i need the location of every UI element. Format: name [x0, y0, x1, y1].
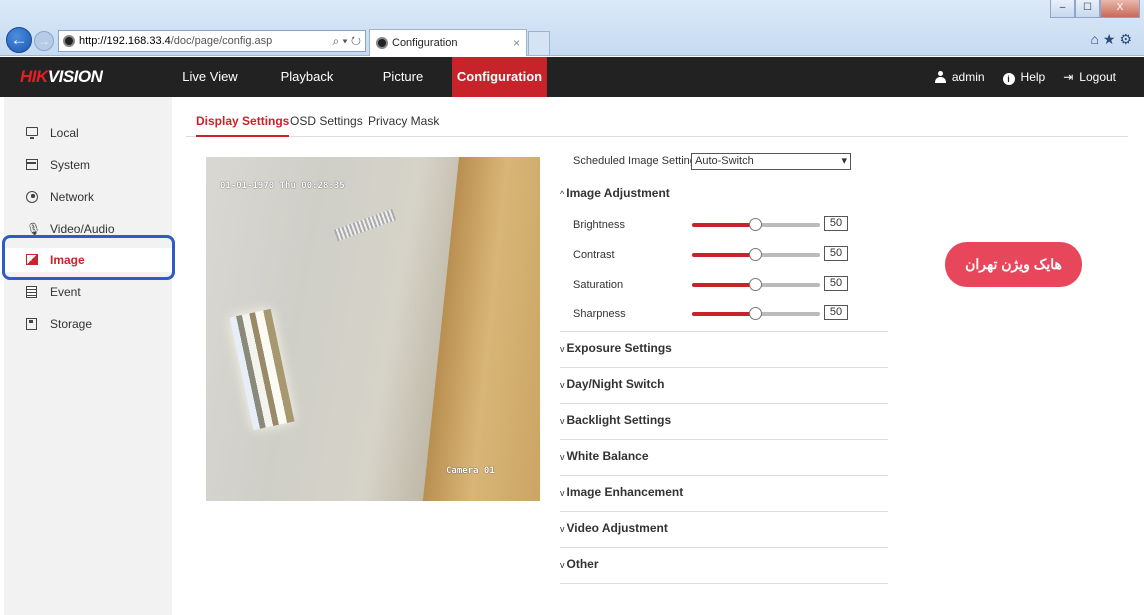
contrast-value-input[interactable]: 50	[824, 246, 848, 261]
site-icon	[376, 37, 388, 49]
settings-tabs: Display Settings OSD Settings Privacy Ma…	[186, 112, 1128, 137]
slider-handle[interactable]	[749, 218, 762, 231]
forward-button[interactable]: →	[34, 31, 54, 51]
osd-camera-name: Camera 01	[446, 466, 495, 476]
document-list-icon	[26, 286, 39, 298]
contrast-label: Contrast	[573, 249, 615, 261]
divider	[560, 547, 888, 548]
divider	[560, 439, 888, 440]
slider-handle[interactable]	[749, 307, 762, 320]
app-header: HIKVISION Live View Playback Picture Con…	[0, 57, 1144, 97]
help-link[interactable]: i Help	[1002, 57, 1045, 97]
microphone-icon: 🎙	[26, 222, 42, 236]
scheduled-image-settings-select[interactable]: Auto-Switch ▾	[691, 153, 851, 170]
divider	[560, 331, 888, 332]
address-tools-icons[interactable]: ⌕ ▾ ↻	[332, 31, 361, 51]
saturation-value-input[interactable]: 50	[824, 276, 848, 291]
help-icon: i	[1002, 73, 1015, 85]
sidebar-item-storage[interactable]: Storage	[4, 312, 172, 336]
divider	[560, 475, 888, 476]
sidebar: Local System Network 🎙 Video/Audio Image…	[4, 97, 172, 615]
contrast-slider[interactable]	[692, 248, 820, 261]
address-url[interactable]: http://192.168.33.4/doc/page/config.asp	[79, 31, 272, 51]
maximize-button[interactable]: ☐	[1075, 0, 1100, 18]
sharpness-value-input[interactable]: 50	[824, 305, 848, 320]
floppy-icon	[26, 318, 39, 330]
sidebar-item-event[interactable]: Event	[4, 280, 172, 304]
section-other[interactable]: v Other	[560, 557, 599, 571]
brightness-slider[interactable]	[692, 218, 820, 231]
site-icon	[63, 35, 75, 47]
tab-osd-settings[interactable]: OSD Settings	[290, 112, 363, 137]
back-button[interactable]: ←	[6, 27, 32, 53]
scheduled-image-settings-label: Scheduled Image Settings	[573, 155, 702, 167]
header-user-area: admin i Help ⇥ Logout	[934, 57, 1116, 97]
sidebar-item-network[interactable]: Network	[4, 185, 172, 209]
saturation-slider[interactable]	[692, 278, 820, 291]
minimize-button[interactable]: –	[1050, 0, 1075, 18]
chevron-down-icon: v	[560, 452, 565, 462]
brightness-label: Brightness	[573, 219, 625, 231]
divider	[560, 511, 888, 512]
nav-configuration[interactable]: Configuration	[452, 57, 547, 97]
chevron-down-icon: v	[560, 488, 565, 498]
brightness-value-input[interactable]: 50	[824, 216, 848, 231]
user-link[interactable]: admin	[934, 57, 985, 97]
arrow-left-icon: ←	[10, 30, 28, 49]
sharpness-label: Sharpness	[573, 308, 626, 320]
section-image-adjustment[interactable]: ^ Image Adjustment	[560, 186, 670, 200]
logout-icon: ⇥	[1063, 70, 1074, 84]
nav-live-view[interactable]: Live View	[173, 57, 247, 97]
window-icon	[26, 159, 39, 171]
section-day-night-switch[interactable]: v Day/Night Switch	[560, 377, 665, 391]
slider-handle[interactable]	[749, 248, 762, 261]
user-icon	[934, 71, 946, 83]
globe-icon	[26, 191, 39, 203]
arrow-right-icon: →	[38, 34, 50, 48]
chevron-down-icon: v	[560, 416, 565, 426]
chevron-down-icon: v	[560, 560, 565, 570]
live-preview[interactable]: 01-01-1970 Thu 00:28:35 Camera 01	[206, 157, 540, 501]
section-image-enhancement[interactable]: v Image Enhancement	[560, 485, 683, 499]
chevron-down-icon: ▾	[841, 155, 847, 167]
sidebar-item-local[interactable]: Local	[4, 121, 172, 145]
chevron-down-icon: v	[560, 344, 565, 354]
nav-playback[interactable]: Playback	[270, 57, 344, 97]
osd-timestamp: 01-01-1970 Thu 00:28:35	[220, 181, 345, 191]
close-window-button[interactable]: X	[1100, 0, 1140, 18]
nav-picture[interactable]: Picture	[366, 57, 440, 97]
section-white-balance[interactable]: v White Balance	[560, 449, 649, 463]
watermark-badge: هایک ویژن تهران	[945, 242, 1082, 287]
window-controls: – ☐ X	[1050, 0, 1140, 18]
tab-display-settings[interactable]: Display Settings	[196, 112, 290, 137]
divider	[560, 367, 888, 368]
browser-chrome: ← → http://192.168.33.4/doc/page/config.…	[0, 0, 1144, 56]
monitor-icon	[26, 127, 39, 139]
section-video-adjustment[interactable]: v Video Adjustment	[560, 521, 668, 535]
slider-handle[interactable]	[749, 278, 762, 291]
divider	[560, 403, 888, 404]
chevron-down-icon: v	[560, 380, 565, 390]
sharpness-slider[interactable]	[692, 307, 820, 320]
tab-privacy-mask[interactable]: Privacy Mask	[368, 112, 439, 137]
logout-link[interactable]: ⇥ Logout	[1063, 57, 1116, 97]
image-highlight-box	[2, 235, 175, 280]
section-exposure-settings[interactable]: v Exposure Settings	[560, 341, 672, 355]
hikvision-logo: HIKVISION	[20, 67, 103, 86]
browser-tab-label: Configuration	[392, 37, 458, 49]
divider	[560, 583, 888, 584]
chevron-up-icon: ^	[560, 189, 565, 199]
sidebar-item-system[interactable]: System	[4, 153, 172, 177]
address-bar[interactable]: http://192.168.33.4/doc/page/config.asp …	[58, 30, 366, 52]
close-tab-icon[interactable]: ×	[513, 30, 520, 56]
browser-tab-configuration[interactable]: Configuration ×	[369, 29, 527, 56]
home-favorites-settings-icons[interactable]: ⌂★⚙	[1090, 31, 1136, 48]
saturation-label: Saturation	[573, 279, 624, 291]
section-backlight-settings[interactable]: v Backlight Settings	[560, 413, 671, 427]
new-tab-button[interactable]	[528, 31, 550, 55]
chevron-down-icon: v	[560, 524, 565, 534]
